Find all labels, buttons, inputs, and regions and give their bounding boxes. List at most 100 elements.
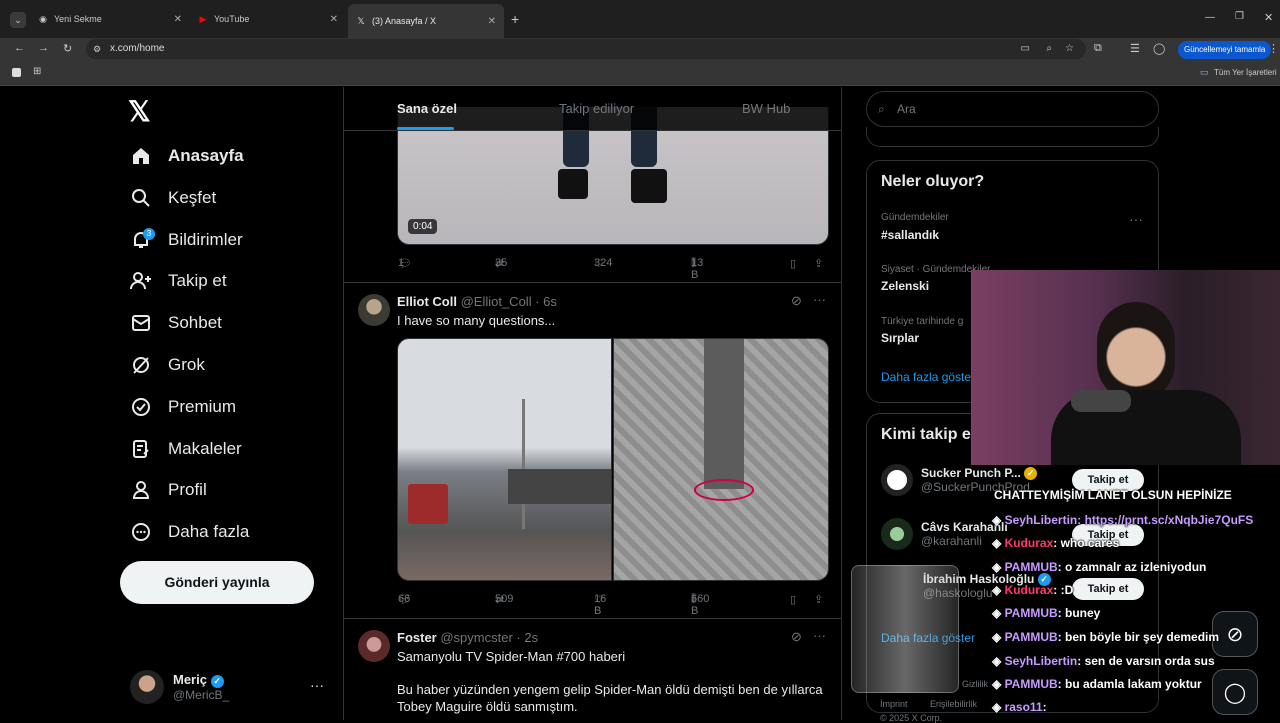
trend-item[interactable]: Zelenski: [881, 279, 929, 293]
messages-float-button[interactable]: ◯: [1212, 669, 1258, 715]
grok-icon[interactable]: ⊘: [791, 293, 802, 309]
media-icon[interactable]: ☰: [1130, 42, 1140, 55]
tweet-more-icon[interactable]: ···: [813, 628, 826, 643]
tweet-more-icon[interactable]: ···: [813, 292, 826, 307]
previous-card-edge: [866, 127, 1159, 147]
sidebar-item-profile[interactable]: Profil: [130, 475, 207, 505]
account-more-icon[interactable]: ···: [310, 677, 324, 693]
avatar: [881, 518, 913, 550]
tweet-image-left[interactable]: [397, 338, 612, 581]
folder-icon: ▭: [1200, 67, 1209, 77]
update-button[interactable]: Güncellemeyi tamamla: [1178, 41, 1272, 59]
chat-title: CHATTEYMİŞİM LANET OLSUN HEPİNİZE: [994, 488, 1232, 502]
tweet-image-right[interactable]: [613, 338, 829, 581]
tweet-actions: 💬︎ 66 ⇄ 509 ♡ 16 B ⫼ 660 B ▯ ⇪: [398, 593, 824, 617]
close-window-button[interactable]: ✕: [1264, 11, 1273, 24]
author-handle[interactable]: @Elliot_Coll: [461, 294, 532, 309]
profile-icon: [130, 479, 152, 501]
badge-icon: ◈: [992, 606, 1005, 620]
tab-x-home[interactable]: 𝕏 (3) Anasayfa / X ✕: [348, 4, 504, 38]
close-icon[interactable]: ✕: [488, 16, 496, 27]
back-icon[interactable]: ←: [14, 42, 25, 54]
x-logo-icon[interactable]: 𝕏: [128, 95, 151, 128]
glass-overlay: [851, 565, 959, 693]
chat-message: ◈ raso11:: [992, 700, 1047, 714]
tweet-time[interactable]: · 2s: [516, 630, 538, 645]
chat-message: ◈ Kudurax: who cares: [992, 536, 1120, 550]
new-tab-button[interactable]: +: [511, 11, 519, 27]
tab-new-tab[interactable]: ◉ Yeni Sekme ✕: [30, 6, 190, 32]
share-icon[interactable]: ⇪: [814, 593, 823, 606]
avatar[interactable]: [358, 630, 390, 662]
install-app-icon[interactable]: ▭: [1021, 39, 1030, 59]
browser-tabstrip: ⌄ ◉ Yeni Sekme ✕ ▶ YouTube ✕ 𝕏 (3) Anasa…: [0, 0, 1280, 38]
share-icon[interactable]: ⇪: [814, 257, 823, 270]
profile-icon[interactable]: ◯: [1153, 42, 1165, 55]
author-name[interactable]: Elliot Coll: [397, 294, 457, 309]
sidebar-item-grok[interactable]: Grok: [130, 350, 205, 380]
bookmark-icon[interactable]: ▯: [790, 257, 796, 270]
trend-item[interactable]: #sallandık: [881, 228, 939, 242]
chat-message: ◈ PAMMUB: ben böyle bir şey demedim: [992, 630, 1220, 644]
footer-link[interactable]: İmprint: [880, 699, 908, 709]
minimize-button[interactable]: —: [1205, 12, 1215, 23]
all-bookmarks-link[interactable]: Tüm Yer İşaretleri: [1214, 68, 1277, 77]
image-bus: [408, 484, 448, 524]
tab-for-you[interactable]: Sana özel: [397, 101, 457, 116]
maximize-button[interactable]: ❐: [1235, 11, 1244, 22]
chat-message: ◈ PAMMUB: bu adamla lakam yoktur: [992, 677, 1202, 691]
author-name[interactable]: Foster: [397, 630, 437, 645]
badge-icon: ◈: [992, 700, 1005, 714]
grok-icon[interactable]: ⊘: [791, 629, 802, 645]
tab-bw-hub[interactable]: BW Hub: [742, 101, 790, 116]
sidebar-item-more[interactable]: Daha fazla: [130, 517, 249, 547]
trends-title: Neler oluyor?: [881, 173, 985, 190]
tweet-actions: 💬︎ 1 ⇄ 35 ♡ 324 ⫼ 13 B ▯ ⇪: [398, 257, 824, 281]
apps-icon[interactable]: ⊞: [33, 66, 41, 77]
sidebar-item-articles[interactable]: Makaleler: [130, 434, 242, 464]
verified-icon: ✓: [1024, 467, 1038, 481]
sidebar-item-chat[interactable]: Sohbet: [130, 308, 222, 338]
menu-icon[interactable]: ⋮: [1268, 42, 1279, 55]
footer-link[interactable]: Erişilebilirlik: [930, 699, 977, 709]
follow-button[interactable]: Takip et: [1072, 578, 1144, 600]
follow-icon: [130, 270, 152, 292]
tweet-text: I have so many questions...: [397, 313, 556, 328]
site-info-icon[interactable]: ⚙: [93, 39, 101, 59]
footer-copyright: © 2025 X Corp.: [880, 713, 943, 723]
sidebar-item-notifications[interactable]: 3 Bildirimler: [130, 225, 243, 255]
avatar: [130, 670, 164, 704]
account-switcher[interactable]: Meriç ✓ @MericB_: [130, 670, 229, 704]
sidebar-item-premium[interactable]: Premium: [130, 392, 236, 422]
avatar[interactable]: [358, 294, 390, 326]
search-input[interactable]: ⌕ Ara: [866, 91, 1159, 127]
footer-link[interactable]: Gizlilik: [962, 679, 988, 689]
badge-icon: ◈: [992, 654, 1005, 668]
tab-search-button[interactable]: ⌄: [10, 12, 26, 28]
tab-youtube[interactable]: ▶ YouTube ✕: [190, 6, 346, 32]
avatar: [881, 464, 913, 496]
tweet-time[interactable]: · 6s: [535, 294, 557, 309]
close-icon[interactable]: ✕: [174, 14, 182, 25]
post-button[interactable]: Gönderi yayınla: [120, 561, 314, 604]
author-handle[interactable]: @spymcster: [440, 630, 512, 645]
url-input[interactable]: ⚙ x.com/home ☆ ⌕ ▭: [86, 39, 1086, 59]
sidebar-item-home[interactable]: Anasayfa: [130, 141, 244, 171]
forward-icon[interactable]: →: [38, 42, 49, 54]
bookmark-star-icon[interactable]: ☆: [1065, 39, 1074, 59]
tab-following[interactable]: Takip ediliyor: [559, 101, 634, 116]
image-building: [508, 469, 611, 504]
sidebar-item-explore[interactable]: Keşfet: [130, 183, 216, 213]
reload-icon[interactable]: ↻: [63, 42, 72, 55]
show-more-link[interactable]: Daha fazla göster: [881, 370, 975, 384]
trend-item[interactable]: Sırplar: [881, 331, 919, 345]
zoom-icon[interactable]: ⌕: [1046, 39, 1052, 59]
sidebar-item-follow[interactable]: Takip et: [130, 266, 227, 296]
trend-more-icon[interactable]: ···: [1129, 211, 1143, 227]
suggestion-item[interactable]: Câvs Karahanlı @karahanli: [881, 518, 1008, 550]
tab-groups-icon[interactable]: [12, 68, 21, 77]
close-icon[interactable]: ✕: [330, 14, 338, 25]
bookmark-icon[interactable]: ▯: [790, 593, 796, 606]
tweet-header: Foster @spymcster · 2s: [397, 630, 538, 645]
extensions-icon[interactable]: ⧉: [1094, 42, 1102, 55]
